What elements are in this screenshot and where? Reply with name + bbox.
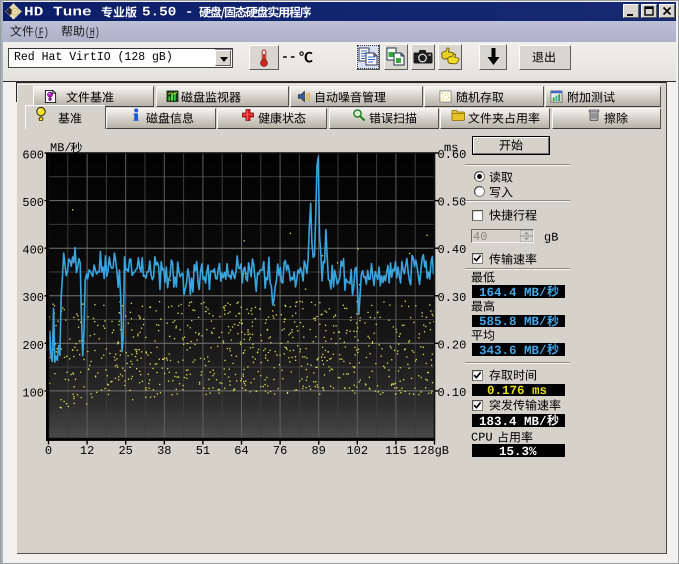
svg-text:51: 51 — [196, 444, 210, 458]
svg-text:0.60: 0.60 — [438, 148, 467, 162]
svg-text:0.10: 0.10 — [438, 386, 467, 400]
svg-text:102: 102 — [346, 444, 368, 458]
svg-text:0.20: 0.20 — [438, 338, 467, 352]
svg-text:25: 25 — [118, 444, 132, 458]
svg-text:76: 76 — [273, 444, 287, 458]
svg-text:300: 300 — [22, 291, 44, 305]
svg-text:12: 12 — [80, 444, 94, 458]
svg-text:38: 38 — [157, 444, 171, 458]
svg-text:600: 600 — [22, 149, 44, 163]
svg-text:89: 89 — [311, 444, 325, 458]
svg-text:115: 115 — [385, 444, 407, 458]
svg-text:0.40: 0.40 — [438, 243, 467, 257]
svg-text:128gB: 128gB — [413, 444, 449, 458]
svg-text:0.30: 0.30 — [438, 291, 467, 305]
svg-text:100: 100 — [22, 386, 44, 400]
svg-text:0: 0 — [45, 444, 52, 458]
svg-text:64: 64 — [234, 444, 248, 458]
svg-text:200: 200 — [22, 339, 44, 353]
svg-text:400: 400 — [22, 244, 44, 258]
svg-text:0.50: 0.50 — [438, 196, 467, 210]
svg-text:500: 500 — [22, 196, 44, 210]
